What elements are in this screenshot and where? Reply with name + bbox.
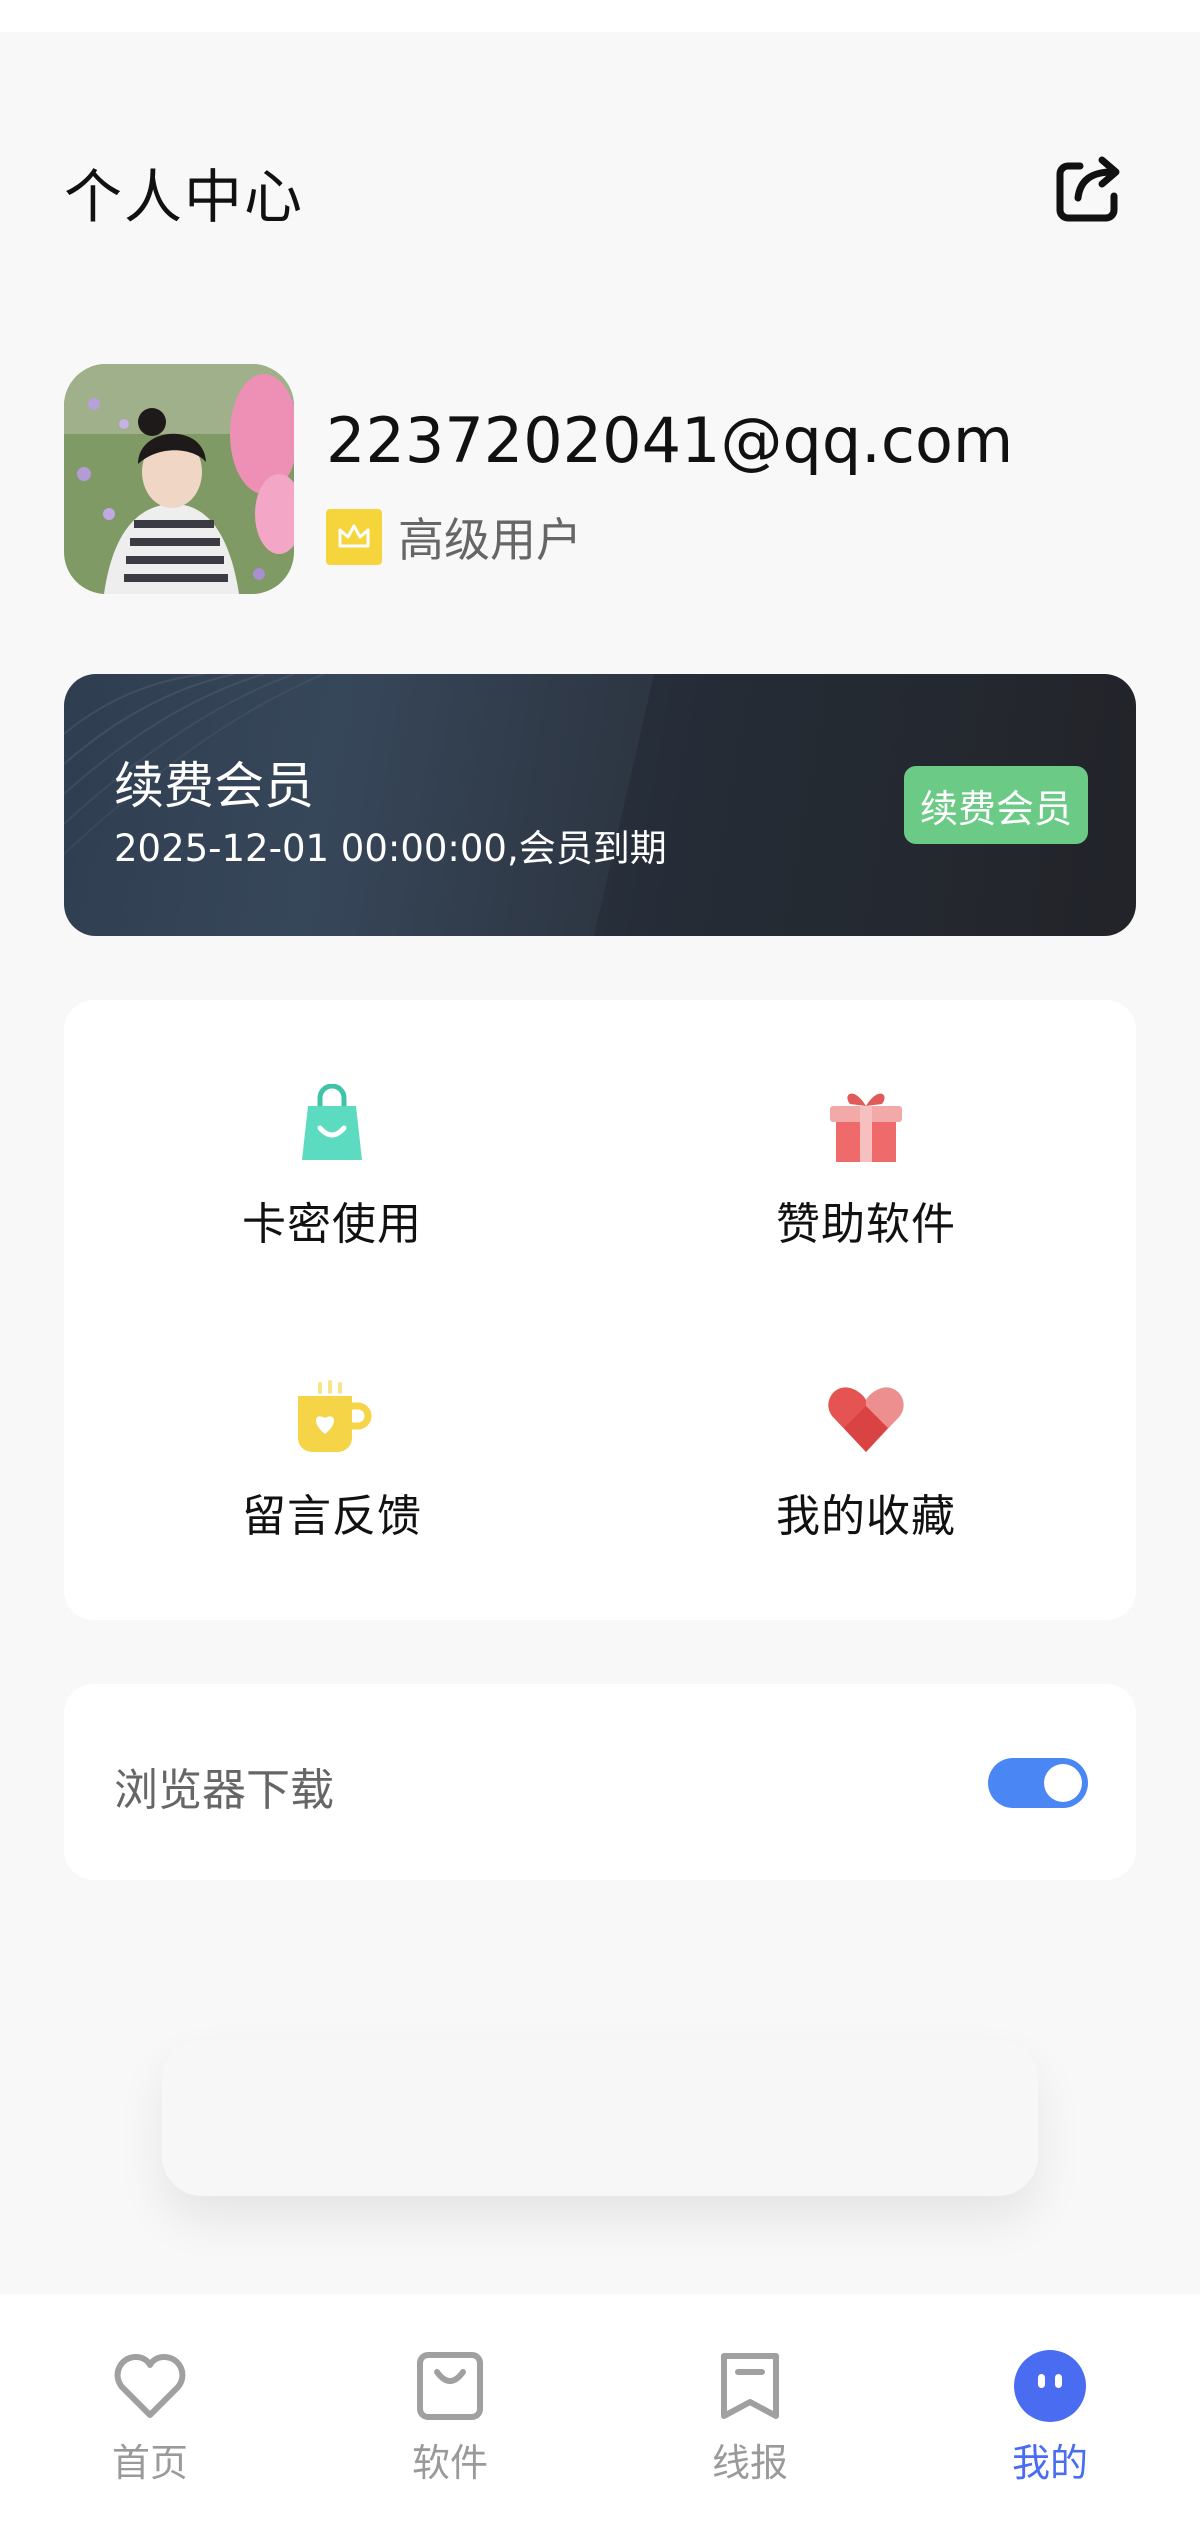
menu-item-card-redeem[interactable]: 卡密使用 (132, 1084, 532, 1264)
browser-download-toggle[interactable] (988, 1758, 1088, 1808)
status-bar (0, 0, 1200, 32)
tab-mine[interactable]: 我的 (950, 2346, 1150, 2496)
user-email: 2237202041@qq.com (326, 404, 1014, 477)
tab-home[interactable]: 首页 (50, 2346, 250, 2496)
bag-outline-icon (417, 2352, 483, 2420)
vip-expire-text: 2025-12-01 00:00:00,会员到期 (114, 827, 667, 870)
crown-icon (326, 509, 382, 565)
tab-label: 线报 (711, 2441, 788, 2485)
share-icon (1056, 156, 1120, 222)
face-icon (1014, 2350, 1086, 2422)
tab-label: 首页 (111, 2441, 188, 2485)
feature-grid: 卡密使用 赞助软件 留言反馈 我的收藏 (64, 1000, 1136, 1620)
bottom-tab-bar: 首页 软件 线报 我的 (0, 2294, 1200, 2528)
profile-section: 2237202041@qq.com 高级用户 (64, 364, 1144, 594)
bookmark-icon (721, 2353, 779, 2419)
avatar[interactable] (64, 364, 294, 594)
toggle-knob (1044, 1764, 1082, 1802)
menu-item-feedback[interactable]: 留言反馈 (132, 1376, 532, 1556)
shopping-bag-icon (302, 1084, 362, 1160)
mug-heart-icon (298, 1380, 372, 1452)
user-level: 高级用户 (398, 513, 582, 567)
menu-item-favorites[interactable]: 我的收藏 (666, 1376, 1066, 1556)
vip-card[interactable]: 续费会员 2025-12-01 00:00:00,会员到期 续费会员 (64, 674, 1136, 936)
floating-panel (162, 2040, 1038, 2196)
browser-download-setting: 浏览器下载 (64, 1684, 1136, 1880)
heart-icon (828, 1387, 904, 1452)
menu-item-label: 卡密使用 (242, 1199, 422, 1250)
menu-item-label: 留言反馈 (242, 1491, 422, 1542)
menu-item-label: 我的收藏 (776, 1491, 956, 1542)
tab-label: 我的 (1011, 2441, 1088, 2485)
page-title: 个人中心 (64, 163, 305, 231)
heart-outline-icon (114, 2354, 186, 2418)
browser-download-label: 浏览器下载 (114, 1765, 334, 1816)
renew-vip-button[interactable]: 续费会员 (904, 766, 1088, 844)
menu-item-sponsor[interactable]: 赞助软件 (666, 1084, 1066, 1264)
vip-title: 续费会员 (114, 757, 314, 815)
share-button[interactable] (1050, 148, 1130, 228)
tab-label: 软件 (411, 2441, 488, 2485)
header: 个人中心 (0, 140, 1200, 231)
gift-icon (830, 1093, 902, 1162)
menu-item-label: 赞助软件 (776, 1199, 956, 1250)
tab-deals[interactable]: 线报 (650, 2346, 850, 2496)
tab-software[interactable]: 软件 (350, 2346, 550, 2496)
